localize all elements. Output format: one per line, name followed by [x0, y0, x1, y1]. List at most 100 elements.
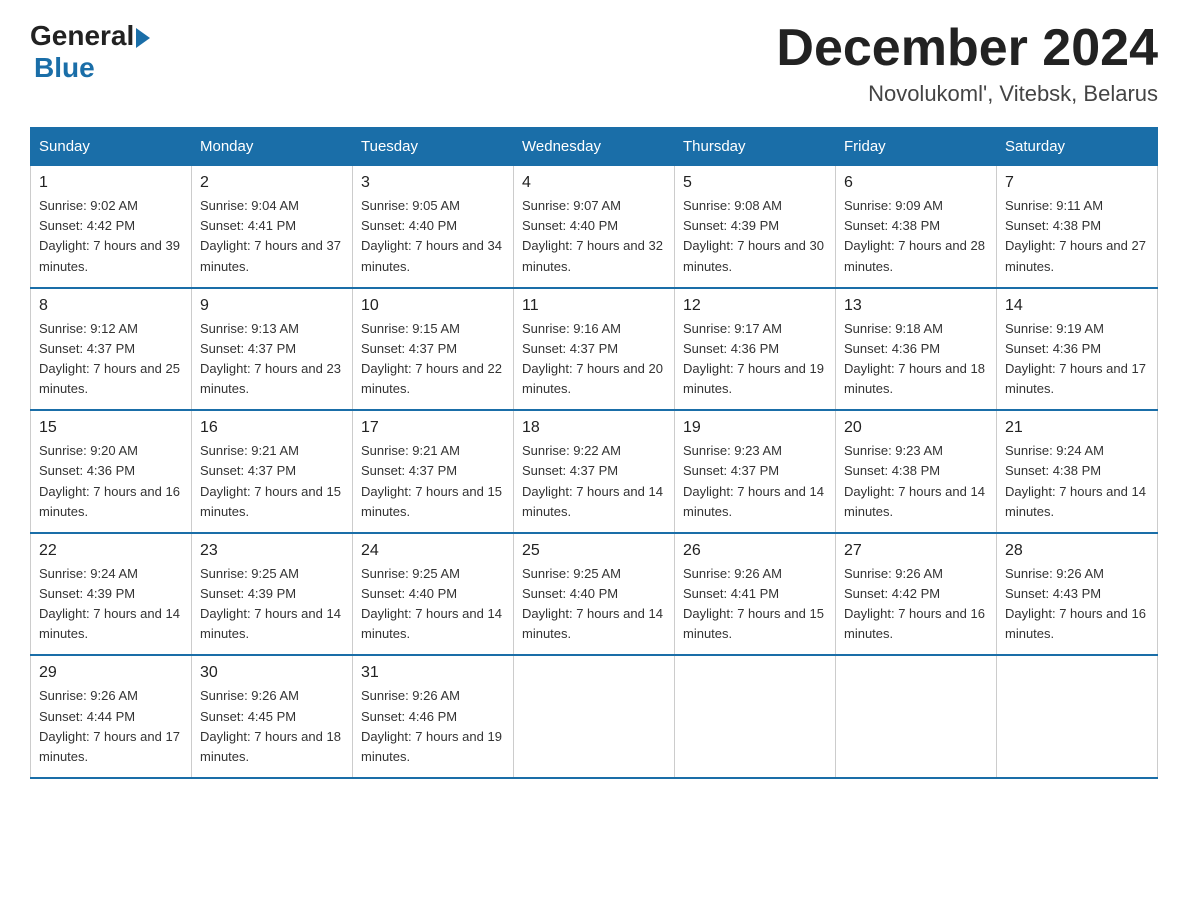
day-info: Sunrise: 9:26 AMSunset: 4:41 PMDaylight:… [683, 566, 824, 641]
day-number: 6 [844, 174, 988, 192]
day-info: Sunrise: 9:24 AMSunset: 4:38 PMDaylight:… [1005, 443, 1146, 518]
day-info: Sunrise: 9:08 AMSunset: 4:39 PMDaylight:… [683, 198, 824, 273]
day-number: 7 [1005, 174, 1149, 192]
day-number: 13 [844, 297, 988, 315]
header-thursday: Thursday [675, 128, 836, 166]
calendar-cell: 4 Sunrise: 9:07 AMSunset: 4:40 PMDayligh… [514, 166, 675, 288]
calendar-cell: 20 Sunrise: 9:23 AMSunset: 4:38 PMDaylig… [836, 410, 997, 533]
day-number: 25 [522, 542, 666, 560]
calendar-cell: 2 Sunrise: 9:04 AMSunset: 4:41 PMDayligh… [192, 166, 353, 288]
day-info: Sunrise: 9:25 AMSunset: 4:40 PMDaylight:… [522, 566, 663, 641]
day-number: 17 [361, 419, 505, 437]
calendar-cell: 13 Sunrise: 9:18 AMSunset: 4:36 PMDaylig… [836, 288, 997, 411]
header-saturday: Saturday [997, 128, 1158, 166]
calendar-week-row: 22 Sunrise: 9:24 AMSunset: 4:39 PMDaylig… [31, 533, 1158, 656]
day-number: 12 [683, 297, 827, 315]
day-number: 1 [39, 174, 183, 192]
day-number: 9 [200, 297, 344, 315]
calendar-cell: 27 Sunrise: 9:26 AMSunset: 4:42 PMDaylig… [836, 533, 997, 656]
logo: General Blue [30, 20, 150, 84]
calendar-cell: 17 Sunrise: 9:21 AMSunset: 4:37 PMDaylig… [353, 410, 514, 533]
day-number: 5 [683, 174, 827, 192]
day-number: 30 [200, 664, 344, 682]
day-number: 26 [683, 542, 827, 560]
calendar-cell: 1 Sunrise: 9:02 AMSunset: 4:42 PMDayligh… [31, 166, 192, 288]
calendar-cell: 14 Sunrise: 9:19 AMSunset: 4:36 PMDaylig… [997, 288, 1158, 411]
logo-general-text: General [30, 20, 134, 52]
calendar-week-row: 15 Sunrise: 9:20 AMSunset: 4:36 PMDaylig… [31, 410, 1158, 533]
day-info: Sunrise: 9:21 AMSunset: 4:37 PMDaylight:… [200, 443, 341, 518]
day-info: Sunrise: 9:26 AMSunset: 4:42 PMDaylight:… [844, 566, 985, 641]
day-info: Sunrise: 9:12 AMSunset: 4:37 PMDaylight:… [39, 321, 180, 396]
calendar-header-row: SundayMondayTuesdayWednesdayThursdayFrid… [31, 128, 1158, 166]
day-number: 2 [200, 174, 344, 192]
calendar-cell: 19 Sunrise: 9:23 AMSunset: 4:37 PMDaylig… [675, 410, 836, 533]
day-info: Sunrise: 9:11 AMSunset: 4:38 PMDaylight:… [1005, 198, 1146, 273]
day-number: 22 [39, 542, 183, 560]
day-info: Sunrise: 9:25 AMSunset: 4:40 PMDaylight:… [361, 566, 502, 641]
calendar-table: SundayMondayTuesdayWednesdayThursdayFrid… [30, 127, 1158, 779]
day-info: Sunrise: 9:05 AMSunset: 4:40 PMDaylight:… [361, 198, 502, 273]
header-sunday: Sunday [31, 128, 192, 166]
calendar-cell: 3 Sunrise: 9:05 AMSunset: 4:40 PMDayligh… [353, 166, 514, 288]
page-title: December 2024 [776, 20, 1158, 77]
calendar-cell: 30 Sunrise: 9:26 AMSunset: 4:45 PMDaylig… [192, 655, 353, 778]
day-number: 31 [361, 664, 505, 682]
day-info: Sunrise: 9:21 AMSunset: 4:37 PMDaylight:… [361, 443, 502, 518]
calendar-cell: 10 Sunrise: 9:15 AMSunset: 4:37 PMDaylig… [353, 288, 514, 411]
calendar-cell: 8 Sunrise: 9:12 AMSunset: 4:37 PMDayligh… [31, 288, 192, 411]
calendar-cell: 12 Sunrise: 9:17 AMSunset: 4:36 PMDaylig… [675, 288, 836, 411]
header-wednesday: Wednesday [514, 128, 675, 166]
calendar-cell: 15 Sunrise: 9:20 AMSunset: 4:36 PMDaylig… [31, 410, 192, 533]
day-info: Sunrise: 9:09 AMSunset: 4:38 PMDaylight:… [844, 198, 985, 273]
day-info: Sunrise: 9:04 AMSunset: 4:41 PMDaylight:… [200, 198, 341, 273]
day-info: Sunrise: 9:26 AMSunset: 4:46 PMDaylight:… [361, 688, 502, 763]
calendar-cell: 16 Sunrise: 9:21 AMSunset: 4:37 PMDaylig… [192, 410, 353, 533]
day-number: 23 [200, 542, 344, 560]
day-number: 16 [200, 419, 344, 437]
day-info: Sunrise: 9:19 AMSunset: 4:36 PMDaylight:… [1005, 321, 1146, 396]
day-info: Sunrise: 9:15 AMSunset: 4:37 PMDaylight:… [361, 321, 502, 396]
day-number: 20 [844, 419, 988, 437]
day-number: 29 [39, 664, 183, 682]
header-monday: Monday [192, 128, 353, 166]
calendar-week-row: 29 Sunrise: 9:26 AMSunset: 4:44 PMDaylig… [31, 655, 1158, 778]
calendar-cell: 31 Sunrise: 9:26 AMSunset: 4:46 PMDaylig… [353, 655, 514, 778]
day-number: 10 [361, 297, 505, 315]
title-block: December 2024 Novolukoml', Vitebsk, Bela… [776, 20, 1158, 107]
calendar-week-row: 8 Sunrise: 9:12 AMSunset: 4:37 PMDayligh… [31, 288, 1158, 411]
day-number: 3 [361, 174, 505, 192]
day-info: Sunrise: 9:24 AMSunset: 4:39 PMDaylight:… [39, 566, 180, 641]
calendar-cell: 22 Sunrise: 9:24 AMSunset: 4:39 PMDaylig… [31, 533, 192, 656]
calendar-cell: 5 Sunrise: 9:08 AMSunset: 4:39 PMDayligh… [675, 166, 836, 288]
header-tuesday: Tuesday [353, 128, 514, 166]
day-info: Sunrise: 9:26 AMSunset: 4:45 PMDaylight:… [200, 688, 341, 763]
day-number: 21 [1005, 419, 1149, 437]
day-number: 14 [1005, 297, 1149, 315]
logo-blue-text: Blue [34, 52, 95, 84]
page-subtitle: Novolukoml', Vitebsk, Belarus [776, 81, 1158, 107]
calendar-cell: 7 Sunrise: 9:11 AMSunset: 4:38 PMDayligh… [997, 166, 1158, 288]
calendar-cell [514, 655, 675, 778]
day-info: Sunrise: 9:23 AMSunset: 4:38 PMDaylight:… [844, 443, 985, 518]
day-number: 8 [39, 297, 183, 315]
day-number: 15 [39, 419, 183, 437]
day-info: Sunrise: 9:02 AMSunset: 4:42 PMDaylight:… [39, 198, 180, 273]
day-info: Sunrise: 9:17 AMSunset: 4:36 PMDaylight:… [683, 321, 824, 396]
calendar-cell: 25 Sunrise: 9:25 AMSunset: 4:40 PMDaylig… [514, 533, 675, 656]
calendar-cell: 6 Sunrise: 9:09 AMSunset: 4:38 PMDayligh… [836, 166, 997, 288]
calendar-cell: 11 Sunrise: 9:16 AMSunset: 4:37 PMDaylig… [514, 288, 675, 411]
calendar-cell: 28 Sunrise: 9:26 AMSunset: 4:43 PMDaylig… [997, 533, 1158, 656]
calendar-cell [675, 655, 836, 778]
day-number: 18 [522, 419, 666, 437]
calendar-week-row: 1 Sunrise: 9:02 AMSunset: 4:42 PMDayligh… [31, 166, 1158, 288]
calendar-cell: 18 Sunrise: 9:22 AMSunset: 4:37 PMDaylig… [514, 410, 675, 533]
calendar-cell [836, 655, 997, 778]
day-info: Sunrise: 9:18 AMSunset: 4:36 PMDaylight:… [844, 321, 985, 396]
day-number: 4 [522, 174, 666, 192]
header-friday: Friday [836, 128, 997, 166]
calendar-cell: 24 Sunrise: 9:25 AMSunset: 4:40 PMDaylig… [353, 533, 514, 656]
day-info: Sunrise: 9:20 AMSunset: 4:36 PMDaylight:… [39, 443, 180, 518]
day-number: 28 [1005, 542, 1149, 560]
calendar-cell: 29 Sunrise: 9:26 AMSunset: 4:44 PMDaylig… [31, 655, 192, 778]
